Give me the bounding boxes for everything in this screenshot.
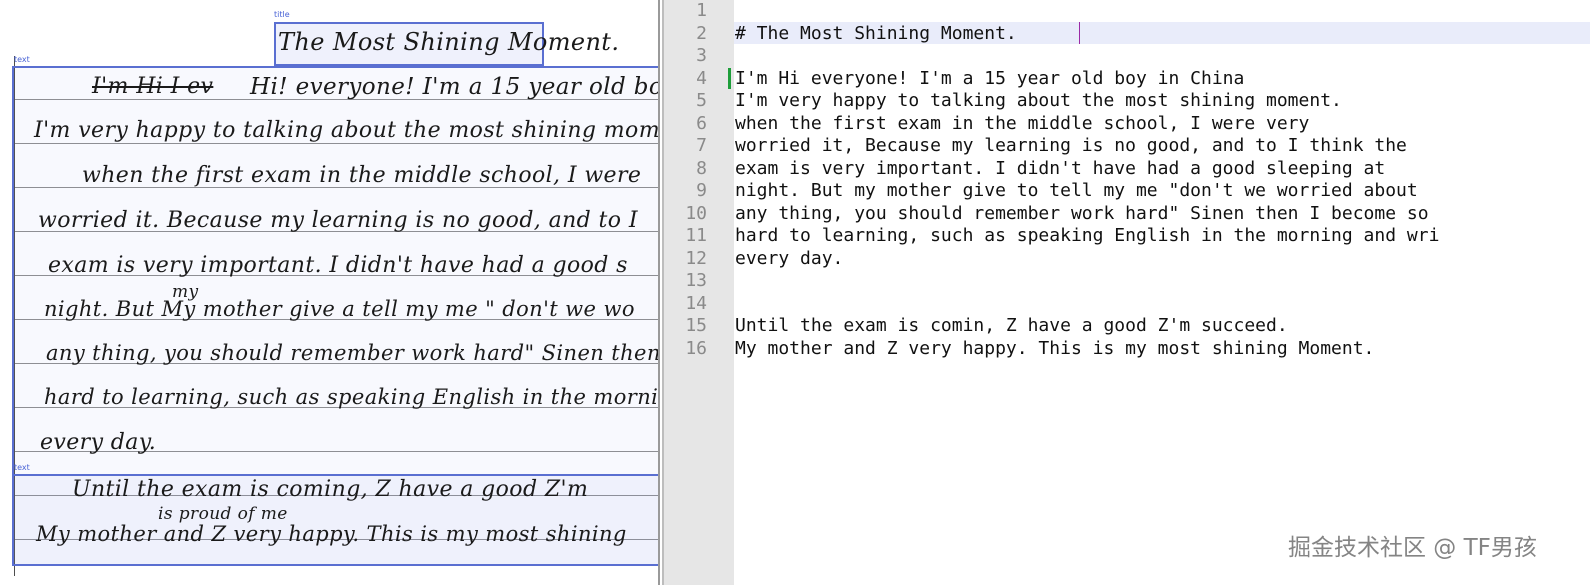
line-number: 2 — [696, 22, 707, 44]
handwriting-image-pane: title text text The Most Shining Moment.… — [0, 0, 660, 585]
handwritten-line-10: Until the exam is coming, Z have a good … — [72, 477, 589, 502]
handwritten-struck-text: I'm Hi I ev — [92, 74, 214, 99]
markdown-editor[interactable]: # The Most Shining Moment. I'm Hi everyo… — [734, 0, 1590, 585]
editor-line[interactable]: any thing, you should remember work hard… — [735, 203, 1429, 225]
line-number: 1 — [696, 0, 707, 21]
handwritten-line-5: exam is very important. I didn't have ha… — [48, 253, 628, 278]
editor-line[interactable]: every day. — [735, 248, 843, 270]
line-number: 4 — [696, 67, 707, 89]
line-number: 16 — [685, 337, 707, 359]
line-number: 6 — [696, 112, 707, 134]
handwritten-line-11: My mother and Z very happy. This is my m… — [36, 522, 627, 546]
line-number: 11 — [685, 225, 707, 246]
pane-divider[interactable] — [658, 0, 660, 585]
text-layout-tag-1: text — [14, 55, 30, 64]
line-number: 10 — [685, 202, 707, 224]
editor-line[interactable]: when the first exam in the middle school… — [735, 113, 1309, 135]
line-number: 3 — [696, 45, 707, 66]
handwritten-line-1: Hi! everyone! I'm a 15 year old boy — [250, 74, 660, 100]
editor-line[interactable]: exam is very important. I didn't have ha… — [735, 158, 1385, 180]
modified-line-marker — [728, 68, 731, 89]
watermark: 掘金技术社区 @ TF男孩 — [1288, 535, 1537, 561]
line-number: 13 — [685, 270, 707, 291]
handwritten-line-3: when the first exam in the middle school… — [82, 163, 642, 188]
editor-line[interactable]: hard to learning, such as speaking Engli… — [735, 225, 1439, 247]
handwritten-line-4: worried it. Because my learning is no go… — [38, 208, 638, 233]
handwritten-title: The Most Shining Moment. — [278, 28, 620, 56]
line-number: 15 — [685, 315, 707, 336]
editor-line[interactable]: night. But my mother give to tell my me … — [735, 180, 1418, 202]
editor-line[interactable]: Until the exam is comin, Z have a good Z… — [735, 315, 1288, 337]
handwritten-line-7: any thing, you should remember work hard… — [46, 341, 660, 365]
editor-line[interactable]: I'm very happy to talking about the most… — [735, 90, 1342, 112]
handwritten-line-2: I'm very happy to talking about the most… — [34, 118, 660, 143]
line-number: 12 — [685, 247, 707, 269]
text-caret — [1079, 22, 1080, 44]
editor-line[interactable]: # The Most Shining Moment. — [735, 23, 1028, 45]
handwritten-line-9: every day. — [40, 430, 157, 455]
line-number: 9 — [696, 180, 707, 201]
line-number: 14 — [685, 292, 707, 314]
line-number: 5 — [696, 90, 707, 111]
line-number-gutter[interactable]: 1 2 3 4 5 6 7 8 9 10 11 12 13 14 15 16 — [662, 0, 734, 585]
title-layout-tag: title — [274, 10, 290, 19]
handwritten-insert-proud: is proud of me — [158, 504, 288, 524]
handwritten-line-8: hard to learning, such as speaking Engli… — [44, 385, 660, 409]
editor-line[interactable]: worried it, Because my learning is no go… — [735, 135, 1407, 157]
line-number: 8 — [696, 157, 707, 179]
handwritten-line-6: night. But My mother give a tell my me "… — [44, 297, 635, 321]
editor-line[interactable]: I'm Hi everyone! I'm a 15 year old boy i… — [735, 68, 1244, 90]
editor-line[interactable]: My mother and Z very happy. This is my m… — [735, 338, 1374, 360]
text-layout-tag-2: text — [14, 463, 30, 472]
line-number: 7 — [696, 135, 707, 156]
